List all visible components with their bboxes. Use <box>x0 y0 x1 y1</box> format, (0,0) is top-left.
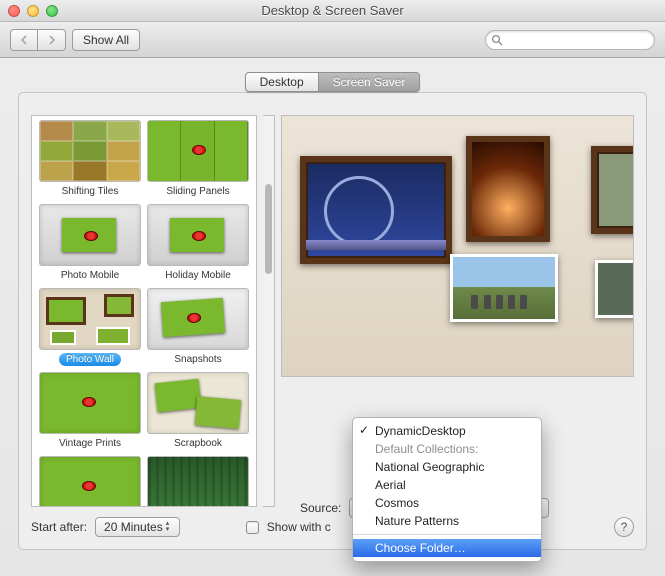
tab-segment: Desktop Screen Saver <box>245 72 421 92</box>
menu-separator <box>353 534 541 535</box>
stepper-icon <box>166 520 175 534</box>
preview-photo <box>595 260 634 318</box>
zoom-window-button[interactable] <box>46 5 58 17</box>
menu-item-national-geographic[interactable]: National Geographic <box>353 458 541 476</box>
chevron-right-icon <box>48 35 56 45</box>
ss-label: Photo Wall <box>59 353 121 366</box>
start-after-select[interactable]: 20 Minutes <box>95 517 180 537</box>
chevron-left-icon <box>20 35 28 45</box>
show-with-clock-label: Show with c <box>267 520 331 534</box>
ss-item-holiday-mobile[interactable]: Holiday Mobile <box>144 202 252 286</box>
start-after-label: Start after: <box>31 520 87 534</box>
preview-frame <box>466 136 550 242</box>
ss-thumb <box>147 456 249 507</box>
back-button[interactable] <box>10 29 38 51</box>
footer-row: Start after: 20 Minutes Show with c ? <box>31 517 634 537</box>
forward-button[interactable] <box>38 29 66 51</box>
nav-segment <box>10 29 66 51</box>
tab-screen-saver[interactable]: Screen Saver <box>319 72 421 92</box>
menu-item-cosmos[interactable]: Cosmos <box>353 494 541 512</box>
ss-item-photo-wall[interactable]: Photo Wall <box>36 286 144 370</box>
show-with-clock-checkbox[interactable] <box>246 521 259 534</box>
search-input[interactable] <box>485 30 655 50</box>
menu-item-choose-folder[interactable]: Choose Folder… <box>353 539 541 557</box>
preview-photo <box>450 254 558 322</box>
ss-label: Holiday Mobile <box>158 269 238 282</box>
menu-item-nature-patterns[interactable]: Nature Patterns <box>353 512 541 530</box>
preview-frame <box>591 146 634 234</box>
ss-item-classic[interactable]: Classic <box>144 454 252 507</box>
ss-item-vintage-prints[interactable]: Vintage Prints <box>36 370 144 454</box>
ss-thumb <box>147 288 249 350</box>
menu-section-header: Default Collections: <box>353 440 541 458</box>
toolbar: Show All <box>0 22 665 58</box>
ss-thumb <box>39 204 141 266</box>
list-scrollbar[interactable] <box>263 115 275 507</box>
ss-label: Vintage Prints <box>52 437 128 450</box>
search-icon <box>491 34 503 46</box>
ss-thumb <box>147 204 249 266</box>
ss-item-ken-burns[interactable]: Ken Burns <box>36 454 144 507</box>
source-label: Source: <box>300 501 341 515</box>
ss-thumb <box>147 372 249 434</box>
screensaver-preview <box>281 115 634 377</box>
ss-label: Scrapbook <box>167 437 229 450</box>
group-box: Shifting Tiles Sliding Panels Photo <box>18 92 647 550</box>
ss-thumb <box>39 372 141 434</box>
tab-desktop[interactable]: Desktop <box>245 72 319 92</box>
preference-pane: Desktop Screen Saver Shifting Tiles <box>0 58 665 576</box>
ss-item-snapshots[interactable]: Snapshots <box>144 286 252 370</box>
source-popup-menu: DynamicDesktop Default Collections: Nati… <box>352 417 542 562</box>
ss-item-scrapbook[interactable]: Scrapbook <box>144 370 252 454</box>
ss-thumb <box>147 120 249 182</box>
window-controls <box>8 5 58 17</box>
ss-label: Photo Mobile <box>54 269 126 282</box>
ss-thumb <box>39 456 141 507</box>
ss-label: Sliding Panels <box>159 185 236 198</box>
ss-item-sliding-panels[interactable]: Sliding Panels <box>144 118 252 202</box>
ss-label: Snapshots <box>167 353 228 366</box>
menu-item-current[interactable]: DynamicDesktop <box>353 422 541 440</box>
help-button[interactable]: ? <box>614 517 634 537</box>
close-window-button[interactable] <box>8 5 20 17</box>
screensaver-list[interactable]: Shifting Tiles Sliding Panels Photo <box>31 115 257 507</box>
start-after-value: 20 Minutes <box>104 520 163 534</box>
ss-label: Shifting Tiles <box>55 185 126 198</box>
minimize-window-button[interactable] <box>27 5 39 17</box>
ss-thumb <box>39 120 141 182</box>
ss-thumb <box>39 288 141 350</box>
preview-frame <box>300 156 452 264</box>
show-all-button[interactable]: Show All <box>72 29 140 51</box>
ss-item-shifting-tiles[interactable]: Shifting Tiles <box>36 118 144 202</box>
menu-item-aerial[interactable]: Aerial <box>353 476 541 494</box>
ss-item-photo-mobile[interactable]: Photo Mobile <box>36 202 144 286</box>
window-titlebar: Desktop & Screen Saver <box>0 0 665 22</box>
window-title: Desktop & Screen Saver <box>0 3 665 18</box>
search-field-wrap <box>485 30 655 50</box>
